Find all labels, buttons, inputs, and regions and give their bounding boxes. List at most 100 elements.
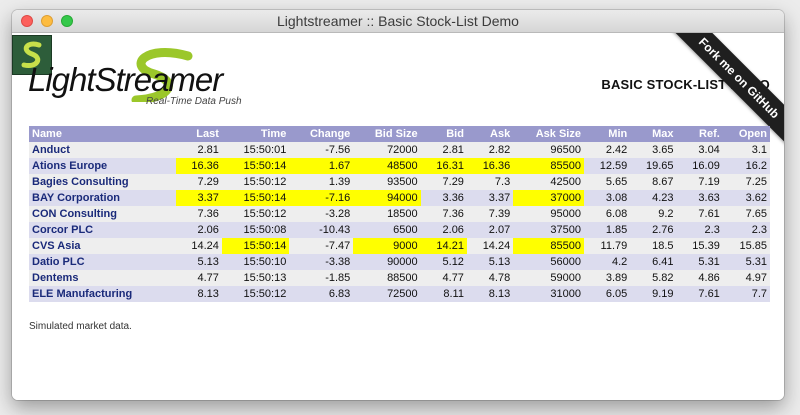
lightstreamer-logo[interactable]: LightStreamer Real-Time Data Push [28, 42, 258, 108]
table-cell: 7.61 [676, 206, 723, 222]
table-cell: 95000 [513, 206, 584, 222]
table-cell: 15:50:14 [221, 238, 290, 254]
table-cell: 5.13 [175, 254, 222, 270]
column-header: Change [289, 126, 354, 142]
table-cell: 19.65 [630, 158, 677, 174]
table-cell: 8.11 [420, 286, 467, 302]
table-cell: 8.13 [466, 286, 514, 302]
table-cell: 2.81 [420, 142, 467, 158]
table-cell: 12.59 [583, 158, 631, 174]
table-cell: 56000 [513, 254, 584, 270]
browser-window: Lightstreamer :: Basic Stock-List Demo L… [12, 10, 784, 400]
table-cell: 6.05 [583, 286, 631, 302]
column-header: Max [630, 126, 677, 142]
table-cell: 2.82 [466, 142, 514, 158]
table-cell: 4.77 [420, 270, 467, 286]
table-cell: -7.56 [289, 142, 354, 158]
table-row: Anduct 2.81 15:50:01 -7.56 72000 2.81 2.82 9650… [29, 142, 770, 158]
table-row: Ations Europe 16.36 15:50:14 1.67 48500 16.31… [29, 158, 770, 174]
table-cell: 8.13 [175, 286, 222, 302]
table-cell: 7.39 [466, 206, 514, 222]
table-cell: 59000 [513, 270, 584, 286]
table-cell: 15:50:13 [221, 270, 290, 286]
table-cell: 5.31 [722, 254, 770, 270]
table-cell: 2.76 [630, 222, 677, 238]
table-cell: 7.61 [676, 286, 723, 302]
table-cell: 2.06 [420, 222, 467, 238]
table-cell: 31000 [513, 286, 584, 302]
table-cell: 4.86 [676, 270, 723, 286]
table-cell: 1.39 [289, 174, 354, 190]
table-cell: 3.89 [583, 270, 631, 286]
column-header: Bid [420, 126, 467, 142]
stock-name-cell: Ations Europe [29, 158, 176, 174]
table-cell: 2.81 [175, 142, 222, 158]
table-cell: 5.31 [676, 254, 723, 270]
table-cell: -3.28 [289, 206, 354, 222]
table-cell: 15.39 [676, 238, 723, 254]
table-row: CVS Asia 14.24 15:50:14 -7.47 9000 14.21 14.24… [29, 238, 770, 254]
table-cell: 3.65 [630, 142, 677, 158]
window-title: Lightstreamer :: Basic Stock-List Demo [277, 13, 519, 29]
table-cell: 2.06 [175, 222, 222, 238]
table-cell: 7.19 [676, 174, 723, 190]
stock-name-cell: CVS Asia [29, 238, 176, 254]
table-cell: 72500 [353, 286, 421, 302]
table-row: Datio PLC 5.13 15:50:10 -3.38 90000 5.12 5.13 5… [29, 254, 770, 270]
table-row: Corcor PLC 2.06 15:50:08 -10.43 6500 2.06 2.07… [29, 222, 770, 238]
table-cell: 15:50:08 [221, 222, 290, 238]
table-cell: 9.19 [630, 286, 677, 302]
table-cell: 5.82 [630, 270, 677, 286]
table-cell: 11.79 [583, 238, 631, 254]
table-cell: 1.67 [289, 158, 354, 174]
column-header: Last [175, 126, 222, 142]
table-cell: 3.37 [466, 190, 514, 206]
table-cell: 5.13 [466, 254, 514, 270]
table-cell: 2.42 [583, 142, 631, 158]
table-row: CON Consulting 7.36 15:50:12 -3.28 18500 7.36… [29, 206, 770, 222]
table-cell: 1.85 [583, 222, 631, 238]
table-cell: 4.77 [175, 270, 222, 286]
table-cell: 2.3 [676, 222, 723, 238]
table-cell: 8.67 [630, 174, 677, 190]
table-cell: 42500 [513, 174, 584, 190]
table-cell: 3.36 [420, 190, 467, 206]
table-cell: 7.29 [175, 174, 222, 190]
table-cell: 6500 [353, 222, 421, 238]
table-cell: 18.5 [630, 238, 677, 254]
table-cell: 16.36 [466, 158, 514, 174]
stock-name-cell: Dentems [29, 270, 176, 286]
title-bar: Lightstreamer :: Basic Stock-List Demo [12, 10, 784, 33]
table-cell: 7.3 [466, 174, 514, 190]
table-cell: 48500 [353, 158, 421, 174]
table-cell: -7.47 [289, 238, 354, 254]
table-cell: 72000 [353, 142, 421, 158]
column-header: Name [29, 126, 176, 142]
column-header: Time [221, 126, 290, 142]
table-header-row: Name Last Time Change Bid Size Bid Ask Ask Size… [29, 126, 770, 142]
table-cell: 18500 [353, 206, 421, 222]
table-cell: 4.78 [466, 270, 514, 286]
table-cell: 16.31 [420, 158, 467, 174]
table-cell: -10.43 [289, 222, 354, 238]
table-cell: 14.24 [466, 238, 514, 254]
table-cell: 9000 [353, 238, 421, 254]
table-cell: 5.12 [420, 254, 467, 270]
table-cell: 7.29 [420, 174, 467, 190]
table-cell: 96500 [513, 142, 584, 158]
table-cell: 85500 [513, 238, 584, 254]
table-cell: 6.41 [630, 254, 677, 270]
table-cell: 15:50:10 [221, 254, 290, 270]
table-cell: -1.85 [289, 270, 354, 286]
table-cell: 90000 [353, 254, 421, 270]
table-cell: 6.83 [289, 286, 354, 302]
table-cell: 5.65 [583, 174, 631, 190]
table-cell: 14.21 [420, 238, 467, 254]
table-cell: 4.2 [583, 254, 631, 270]
page-content: LightStreamer Real-Time Data Push BASIC … [12, 33, 784, 400]
table-cell: 7.65 [722, 206, 770, 222]
table-cell: 15:50:12 [221, 174, 290, 190]
table-cell: 16.2 [722, 158, 770, 174]
table-cell: 7.36 [175, 206, 222, 222]
table-cell: -7.16 [289, 190, 354, 206]
